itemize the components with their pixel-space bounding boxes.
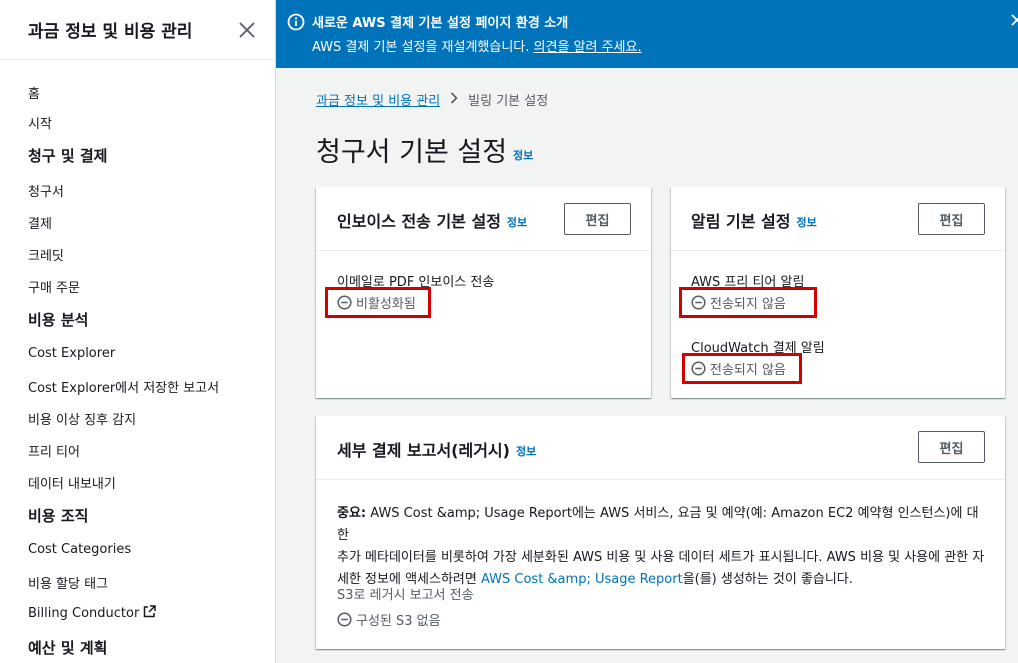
highlight-box [679, 287, 817, 318]
breadcrumb: 과금 정보 및 비용 관리 빌링 기본 설정 [316, 90, 548, 109]
sidebar-item-cost-allocation-tags[interactable]: 비용 할당 태그 [28, 573, 108, 592]
sidebar-section-budgets: 예산 및 계획 [28, 639, 108, 657]
sidebar-item-credits[interactable]: 크레딧 [28, 245, 64, 264]
invoice-edit-button[interactable]: 편집 [564, 203, 631, 235]
sidebar-item-saved-reports[interactable]: Cost Explorer에서 저장한 보고서 [28, 377, 219, 396]
page-title: 청구서 기본 설정 정보 [316, 130, 533, 169]
page-title-text: 청구서 기본 설정 [316, 137, 508, 168]
card-header: 인보이스 전송 기본 설정 정보 편집 [316, 187, 651, 251]
description-line-1: 중요: AWS Cost &amp; Usage Report에는 AWS 서비… [337, 503, 987, 547]
invoice-info-link[interactable]: 정보 [507, 216, 527, 229]
sidebar-section-cost-analysis: 비용 분석 [28, 311, 89, 329]
breadcrumb-current: 빌링 기본 설정 [468, 94, 549, 109]
sidebar-section-cost-organization: 비용 조직 [28, 507, 89, 525]
banner-text: AWS 결제 기본 설정을 재설계했습니다. [312, 40, 530, 55]
billing-conductor-label: Billing Conductor [28, 606, 140, 621]
sidebar-item-purchase-orders[interactable]: 구매 주문 [28, 277, 80, 296]
detail-edit-button[interactable]: 편집 [918, 431, 985, 463]
sidebar-item-home[interactable]: 홈 [28, 83, 40, 102]
important-label: 중요: [337, 506, 367, 521]
external-link-icon [143, 605, 157, 622]
feedback-link[interactable]: 의견을 알려 주세요. [534, 40, 642, 55]
sidebar-item-cost-categories[interactable]: Cost Categories [28, 542, 131, 557]
invoice-card-title: 인보이스 전송 기본 설정 [337, 212, 501, 231]
highlight-box [325, 287, 431, 318]
invoice-delivery-card: 인보이스 전송 기본 설정 정보 편집 이메일로 PDF 인보이스 전송 비활성화… [316, 187, 651, 398]
info-icon [287, 13, 305, 31]
sidebar-item-start[interactable]: 시작 [28, 113, 52, 132]
card-header: 세부 결제 보고서(레거시) 정보 편집 [316, 416, 1005, 480]
sidebar-item-payments[interactable]: 결제 [28, 213, 52, 232]
detailed-billing-report-card: 세부 결제 보고서(레거시) 정보 편집 중요: AWS Cost &amp; U… [316, 416, 1005, 649]
highlight-box [682, 353, 802, 384]
cur-link[interactable]: AWS Cost &amp; Usage Report [481, 572, 683, 587]
alert-edit-button[interactable]: 편집 [918, 203, 985, 235]
alert-preferences-card: 알림 기본 설정 정보 편집 AWS 프리 티어 알림 전송되지 않음 Cloud… [671, 187, 1005, 398]
sidebar-title: 과금 정보 및 비용 관리 [28, 22, 193, 42]
minus-circle-icon [337, 612, 352, 627]
report-description: 중요: AWS Cost &amp; Usage Report에는 AWS 서비… [337, 503, 987, 591]
sidebar-header: 과금 정보 및 비용 관리 [0, 0, 275, 60]
info-banner: 새로운 AWS 결제 기본 설정 페이지 환경 소개 AWS 결제 기본 설정을… [276, 0, 1018, 68]
sidebar-item-anomaly-detection[interactable]: 비용 이상 징후 감지 [28, 409, 136, 428]
description-line-2: 추가 메타데이터를 비롯하여 가장 세분화된 AWS 비용 및 사용 데이터 세… [337, 550, 985, 565]
s3-status: 구성된 S3 없음 [337, 610, 441, 629]
alert-card-title: 알림 기본 설정 [691, 212, 791, 231]
close-icon[interactable] [236, 19, 258, 41]
detail-card-title: 세부 결제 보고서(레거시) [337, 441, 510, 460]
card-header: 알림 기본 설정 정보 편집 [671, 187, 1005, 251]
sidebar-item-bills[interactable]: 청구서 [28, 181, 64, 200]
card-title: 인보이스 전송 기본 설정 정보 [337, 208, 527, 232]
detail-info-link[interactable]: 정보 [516, 445, 536, 458]
sidebar-item-cost-explorer[interactable]: Cost Explorer [28, 346, 115, 361]
sidebar-section-billing: 청구 및 결제 [28, 147, 108, 165]
card-title: 세부 결제 보고서(레거시) 정보 [337, 437, 536, 461]
sidebar-item-billing-conductor[interactable]: Billing Conductor [28, 605, 157, 622]
breadcrumb-parent-link[interactable]: 과금 정보 및 비용 관리 [316, 90, 440, 109]
sidebar-item-free-tier[interactable]: 프리 티어 [28, 441, 80, 460]
banner-message: AWS 결제 기본 설정을 재설계했습니다. 의견을 알려 주세요. [312, 36, 642, 55]
description-text-1: AWS Cost &amp; Usage Report에는 AWS 서비스, 요… [337, 506, 979, 543]
banner-close-icon[interactable] [1010, 12, 1018, 28]
chevron-right-icon [450, 91, 458, 108]
card-title: 알림 기본 설정 정보 [691, 208, 817, 232]
page-info-link[interactable]: 정보 [513, 149, 533, 162]
alert-info-link[interactable]: 정보 [796, 216, 816, 229]
s3-delivery-label: S3로 레거시 보고서 전송 [337, 588, 474, 603]
description-text-3b: 을(를) 생성하는 것이 좋습니다. [682, 572, 853, 587]
sidebar: 과금 정보 및 비용 관리 홈 시작 청구 및 결제 청구서 결제 크레딧 구매… [0, 0, 276, 663]
sidebar-item-data-exports[interactable]: 데이터 내보내기 [28, 473, 116, 492]
banner-title: 새로운 AWS 결제 기본 설정 페이지 환경 소개 [312, 16, 569, 31]
s3-status-text: 구성된 S3 없음 [356, 614, 441, 629]
